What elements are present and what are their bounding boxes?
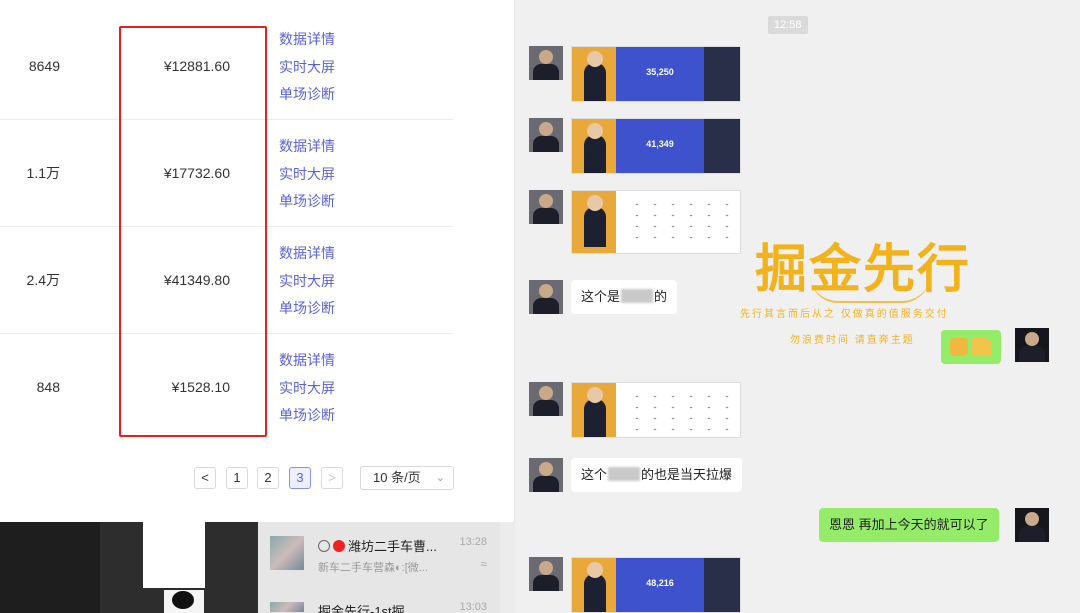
image-message[interactable]	[571, 382, 741, 438]
page-1-button[interactable]: 1	[226, 467, 248, 489]
portrait-thumbnail	[572, 383, 616, 437]
session-diagnosis-link[interactable]: 单场诊断	[279, 295, 335, 323]
dark-background	[0, 522, 100, 613]
red-dot-icon	[333, 540, 345, 552]
row-actions: 数据详情 实时大屏 单场诊断	[279, 240, 335, 323]
dashboard-sidebar	[704, 119, 740, 173]
sender-avatar[interactable]	[529, 280, 563, 314]
dashboard-number: 41,349	[646, 139, 674, 149]
session-title-text: 潍坊二手车曹...	[348, 539, 437, 554]
data-detail-link[interactable]: 数据详情	[279, 240, 335, 268]
redacted-text	[621, 289, 654, 303]
session-title: 掘金先行-1st掘	[318, 604, 405, 613]
my-avatar[interactable]	[1015, 328, 1049, 362]
view-count: 8649	[28, 58, 60, 74]
dashboard-sidebar	[704, 47, 740, 101]
amount-highlight-box	[119, 26, 267, 437]
chat-timestamp: 12:58	[768, 16, 808, 34]
view-count: 1.1万	[26, 165, 60, 181]
white-panel	[143, 522, 205, 588]
session-time: 13:28	[459, 536, 487, 548]
session-preview: 新车二手车营森◐:[微...	[318, 562, 428, 574]
message-text: 的也是当天拉爆	[641, 467, 733, 482]
image-message[interactable]: 48,216	[571, 557, 741, 613]
message-text: 这个是	[581, 289, 621, 304]
table-thumbnail	[628, 391, 736, 433]
my-avatar[interactable]	[1015, 508, 1049, 542]
dashboard-thumbnail: 35,250	[616, 47, 704, 101]
data-detail-link[interactable]: 数据详情	[279, 347, 335, 375]
sender-avatar[interactable]	[529, 46, 563, 80]
sender-avatar[interactable]	[529, 190, 563, 224]
session-list: 潍坊二手车曹... 13:28 新车二手车营森◐:[微... ≈ 掘金先行-1s…	[258, 522, 500, 613]
sender-avatar[interactable]	[529, 382, 563, 416]
data-detail-link[interactable]: 数据详情	[279, 133, 335, 161]
status-icon	[318, 540, 330, 552]
realtime-screen-link[interactable]: 实时大屏	[279, 375, 335, 403]
session-time: 13:03	[459, 601, 487, 613]
portrait-thumbnail	[572, 558, 616, 612]
text-message[interactable]: 这个是 的	[571, 280, 678, 314]
avatar-fragment	[164, 590, 204, 613]
session-diagnosis-link[interactable]: 单场诊断	[279, 188, 335, 216]
page-size-select[interactable]: 10 条/页 ⌄	[360, 466, 454, 490]
group-avatar	[270, 536, 304, 570]
view-count: 2.4万	[26, 272, 60, 288]
sender-avatar[interactable]	[529, 118, 563, 152]
realtime-screen-link[interactable]: 实时大屏	[279, 54, 335, 82]
mute-icon: ≈	[480, 557, 487, 571]
session-title: 潍坊二手车曹...	[318, 536, 437, 555]
table-thumbnail	[628, 199, 736, 241]
thumbs-up-emoji-icon	[972, 338, 992, 356]
portrait-thumbnail	[572, 191, 616, 253]
text-message[interactable]: 这个 的也是当天拉爆	[571, 458, 743, 492]
page-2-button[interactable]: 2	[257, 467, 279, 489]
row-actions: 数据详情 实时大屏 单场诊断	[279, 26, 335, 109]
dashboard-sidebar	[704, 558, 740, 612]
doge-emoji-icon	[950, 338, 968, 356]
session-diagnosis-link[interactable]: 单场诊断	[279, 402, 335, 430]
image-message[interactable]: 41,349	[571, 118, 741, 174]
message-text: 的	[654, 289, 668, 304]
row-actions: 数据详情 实时大屏 单场诊断	[279, 133, 335, 216]
row-actions: 数据详情 实时大屏 单场诊断	[279, 347, 335, 430]
page-3-button[interactable]: 3	[289, 467, 311, 489]
redacted-text	[608, 467, 641, 481]
view-count: 848	[36, 379, 60, 395]
session-item[interactable]: 掘金先行-1st掘 13:03	[258, 590, 500, 613]
group-avatar	[270, 602, 304, 612]
chevron-down-icon: ⌄	[435, 472, 445, 484]
sender-avatar[interactable]	[529, 557, 563, 591]
session-diagnosis-link[interactable]: 单场诊断	[279, 81, 335, 109]
prev-page-button[interactable]: <	[194, 467, 216, 489]
message-text: 这个	[581, 467, 608, 482]
portrait-thumbnail	[572, 119, 616, 173]
dashboard-thumbnail: 41,349	[616, 119, 704, 173]
realtime-screen-link[interactable]: 实时大屏	[279, 268, 335, 296]
next-page-button[interactable]: >	[321, 467, 343, 489]
data-table-panel: 8649 ¥12881.60 数据详情 实时大屏 单场诊断 1.1万 ¥1773…	[0, 0, 515, 522]
image-message[interactable]	[571, 190, 741, 254]
realtime-screen-link[interactable]: 实时大屏	[279, 161, 335, 189]
my-text-message[interactable]: 恩恩 再加上今天的就可以了	[819, 508, 999, 542]
chat-panel: 12:58 35,250 41,349 这个是的 这个 的也是当天拉爆 恩恩 再…	[515, 0, 1080, 613]
image-message[interactable]: 35,250	[571, 46, 741, 102]
emoji-message[interactable]	[941, 330, 1001, 364]
dashboard-thumbnail: 48,216	[616, 558, 704, 612]
page-size-value: 10 条/页	[373, 470, 421, 485]
data-detail-link[interactable]: 数据详情	[279, 26, 335, 54]
dashboard-number: 35,250	[646, 67, 674, 77]
portrait-thumbnail	[572, 47, 616, 101]
session-item[interactable]: 潍坊二手车曹... 13:28 新车二手车营森◐:[微... ≈	[258, 522, 500, 574]
sender-avatar[interactable]	[529, 458, 563, 492]
dashboard-number: 48,216	[646, 578, 674, 588]
